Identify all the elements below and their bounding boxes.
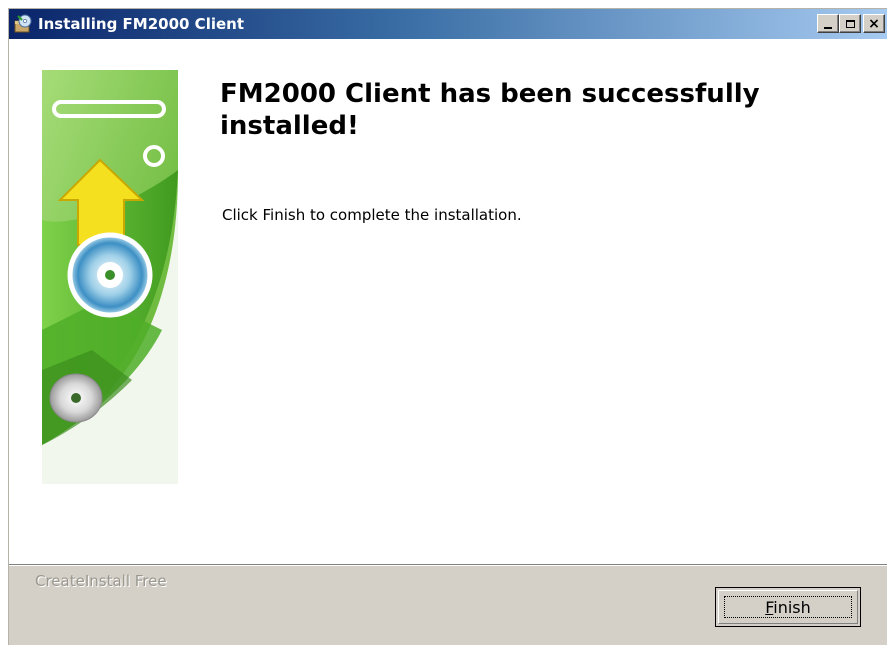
close-icon: ×	[868, 15, 880, 32]
finish-button-face: Finish	[718, 590, 858, 624]
window-controls: ×	[815, 14, 885, 33]
maximize-icon	[845, 19, 855, 28]
finish-button[interactable]: Finish	[715, 587, 861, 627]
brand-label: CreateInstall Free	[35, 572, 167, 590]
title-bar[interactable]: Installing FM2000 Client ×	[9, 9, 887, 39]
window-title: Installing FM2000 Client	[38, 15, 245, 33]
installer-icon	[14, 14, 32, 33]
installer-window: Installing FM2000 Client × FM2000 Client…	[8, 8, 887, 645]
button-bar: CreateInstall Free Finish	[9, 564, 887, 645]
minimize-icon	[824, 26, 832, 29]
close-button[interactable]: ×	[863, 14, 885, 33]
install-cd-arrow-banner	[42, 70, 178, 484]
installer-content: FM2000 Client has been successfully inst…	[9, 39, 887, 564]
page-title: FM2000 Client has been successfully inst…	[220, 79, 760, 141]
minimize-button[interactable]	[817, 14, 839, 33]
instruction-text: Click Finish to complete the installatio…	[222, 206, 522, 224]
focus-ring	[724, 596, 852, 618]
maximize-button[interactable]	[839, 14, 861, 33]
